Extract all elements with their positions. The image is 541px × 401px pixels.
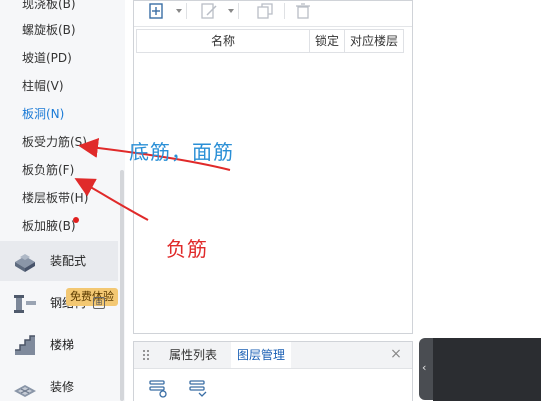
toolbar-divider: [284, 3, 285, 19]
properties-layer-panel: 属性列表 图层管理 ×: [133, 341, 413, 401]
new-layer-icon[interactable]: [146, 1, 168, 21]
drag-handle-icon[interactable]: [142, 349, 150, 361]
collapse-panel-button[interactable]: ‹: [419, 338, 433, 400]
tree-item-column-cap[interactable]: 柱帽(V): [22, 76, 64, 96]
chevron-down-icon[interactable]: [174, 1, 184, 21]
category-label: 装配式: [50, 254, 87, 268]
tree-item-ramp[interactable]: 坡道(PD): [22, 48, 72, 68]
prefab-icon: [15, 254, 35, 272]
new-indicator-dot: [73, 217, 79, 223]
annotation-negative-rebar: 负筋: [166, 237, 208, 261]
toolbar-divider: [186, 3, 187, 19]
tree-scrollbar[interactable]: [120, 170, 124, 401]
drawing-area-edge: [433, 338, 541, 401]
copy-layer-icon[interactable]: [254, 1, 276, 21]
toolbar-divider: [238, 3, 239, 19]
tab-layer-management[interactable]: 图层管理: [231, 342, 292, 368]
edit-icon[interactable]: [198, 1, 220, 21]
category-stairs[interactable]: 楼梯: [0, 325, 118, 365]
steel-structure-icon: [14, 295, 36, 313]
tab-property-list[interactable]: 属性列表: [163, 342, 223, 368]
column-header-floor[interactable]: 对应楼层: [345, 30, 403, 52]
tree-item-slab-main-rebar[interactable]: 板受力筋(S): [22, 132, 87, 152]
chevron-down-icon[interactable]: [226, 1, 236, 21]
category-label: 装修: [50, 380, 75, 394]
category-prefab[interactable]: 装配式: [0, 241, 118, 281]
lock-icon: ⊞: [93, 297, 105, 309]
category-label: 楼梯: [50, 338, 75, 352]
category-decoration[interactable]: 装修: [0, 367, 118, 401]
stairs-icon: [15, 335, 35, 355]
layer-toolbar: [134, 1, 412, 27]
layer-list-panel: 名称 锁定 对应楼层: [133, 0, 413, 334]
layer-settings-icon[interactable]: [144, 375, 172, 401]
panel-tab-bar: 属性列表 图层管理 ×: [134, 342, 412, 369]
delete-icon[interactable]: [292, 1, 314, 21]
tree-item-floor-slab-strip[interactable]: 楼层板带(H): [22, 188, 88, 208]
chevron-left-icon: ‹: [422, 361, 427, 374]
component-tree-panel: 现浇板(B) 螺旋板(B) 坡道(PD) 柱帽(V) 板洞(N) 板受力筋(S)…: [0, 0, 125, 401]
close-icon[interactable]: ×: [388, 346, 404, 362]
layer-filter-icon[interactable]: [184, 375, 212, 401]
column-header-locked[interactable]: 锁定: [310, 30, 344, 52]
tree-item-slab-haunch[interactable]: 板加腋(B): [22, 216, 76, 236]
layer-table-header: 名称 锁定 对应楼层: [136, 29, 404, 53]
tree-item-slab-hole[interactable]: 板洞(N): [22, 104, 64, 124]
decoration-icon: [14, 385, 36, 397]
free-trial-badge[interactable]: 免费体验: [66, 288, 118, 306]
tree-item-slab-negative-rebar[interactable]: 板负筋(F): [22, 160, 74, 180]
tree-item-spiral-slab[interactable]: 螺旋板(B): [22, 20, 76, 40]
column-header-name[interactable]: 名称: [137, 30, 309, 52]
annotation-bottom-top-rebar: 底筋，面筋: [129, 140, 234, 164]
tree-item-cast-slab[interactable]: 现浇板(B): [22, 0, 76, 14]
